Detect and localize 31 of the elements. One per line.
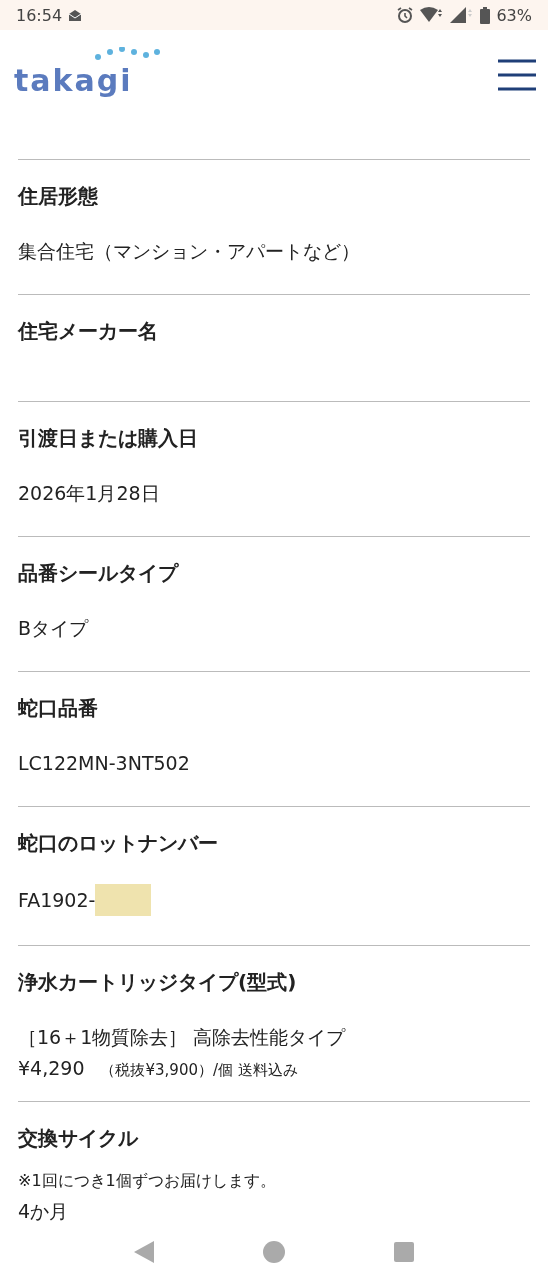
field-label: 交換サイクル xyxy=(18,1125,140,1152)
signal-icon xyxy=(450,7,475,23)
field-label: 浄水カートリッジタイプ(型式) xyxy=(18,969,298,996)
home-icon[interactable] xyxy=(263,1241,285,1263)
mail-icon xyxy=(68,8,83,22)
field-value: Bタイプ xyxy=(18,616,89,641)
recents-icon[interactable] xyxy=(393,1242,414,1262)
back-icon[interactable] xyxy=(134,1241,155,1263)
field-label: 蛇口品番 xyxy=(18,695,99,722)
field-label: 住居形態 xyxy=(18,183,99,210)
field-label: 蛇口のロットナンバー xyxy=(18,830,219,857)
alarm-icon xyxy=(396,6,415,24)
status-time: 16:54 xyxy=(16,5,63,25)
field-value: ［16＋1物質除去］ 高除去性能タイプ xyxy=(18,1025,346,1050)
logo[interactable]: takagi xyxy=(14,59,137,103)
price-note: （税抜¥3,900）/個 送料込み xyxy=(100,1061,298,1080)
price: ¥4,290 xyxy=(18,1057,85,1079)
field-label: 住宅メーカー名 xyxy=(18,318,159,345)
field-note: ※1回につき1個ずつお届けします。 xyxy=(18,1170,277,1192)
field-label: 品番シールタイプ xyxy=(18,560,180,587)
field-value: 2026年1月28日 xyxy=(18,481,160,506)
wifi-icon xyxy=(420,7,445,23)
field-value: LC122MN-3NT502 xyxy=(18,751,190,776)
menu-icon[interactable] xyxy=(498,59,536,91)
battery-icon xyxy=(480,6,491,24)
field-label: 引渡日または購入日 xyxy=(18,425,199,452)
field-value: 集合住宅（マンション・アパートなど） xyxy=(18,239,360,264)
dots-icon xyxy=(94,47,160,61)
field-value: 4か月 xyxy=(18,1199,69,1224)
battery-percent: 63% xyxy=(496,5,532,25)
field-value: FA1902- xyxy=(18,888,96,913)
